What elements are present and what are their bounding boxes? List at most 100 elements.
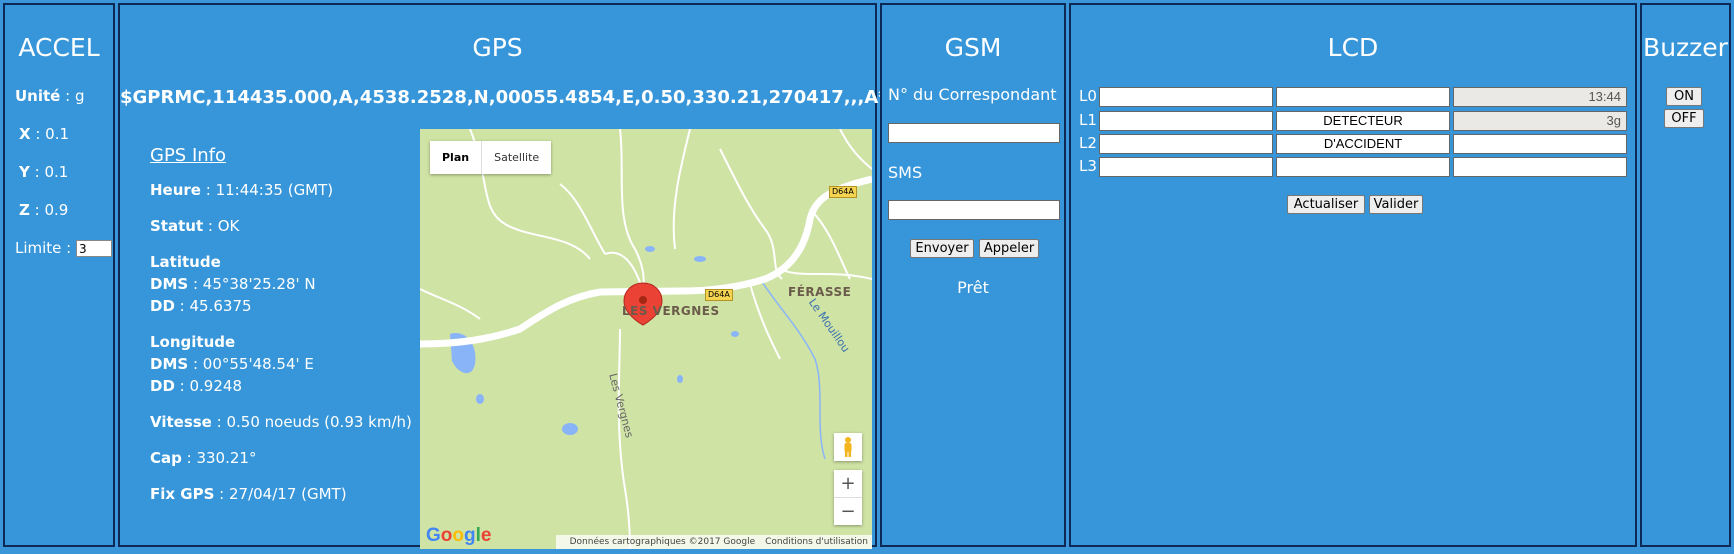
gps-lat-dms-value: : 45°38'25.28' N: [188, 275, 316, 293]
send-button[interactable]: Envoyer: [910, 239, 974, 258]
accel-z-value: : 0.9: [29, 201, 69, 219]
accel-limit-label: Limite :: [15, 239, 77, 257]
gps-lat-dd-value: : 45.6375: [174, 297, 252, 315]
road-label-d64a-east: D64A: [829, 186, 857, 198]
gps-time: Heure : 11:44:35 (GMT): [150, 179, 412, 201]
lcd-cell[interactable]: DETECTEUR: [1276, 111, 1450, 131]
map-canvas: [420, 129, 872, 549]
accel-title: ACCEL: [18, 33, 100, 62]
gps-time-value: : 11:44:35 (GMT): [200, 181, 334, 199]
lcd-title: LCD: [1327, 33, 1379, 62]
buzzer-title: Buzzer: [1643, 33, 1728, 62]
road-label-d64a-center: D64A: [705, 289, 733, 301]
lcd-cell[interactable]: [1453, 134, 1627, 154]
pegman-glyph: [844, 437, 852, 457]
lcd-cell[interactable]: [1276, 87, 1450, 107]
gps-panel: GPS $GPRMC,114435.000,A,4538.2528,N,0005…: [118, 3, 913, 549]
sms-input[interactable]: [888, 200, 1060, 220]
map-data-credit: Données cartographiques ©2017 Google: [569, 537, 756, 547]
lcd-panel: LCD L0 13:44 L1 DETECTEUR 3g L2 D'ACCIDE…: [1069, 3, 1637, 547]
gps-lon-dms-label: DMS: [150, 355, 189, 373]
lcd-cell[interactable]: [1099, 111, 1273, 131]
accel-x-value: : 0.1: [30, 125, 70, 143]
gps-heading-value: : 330.21°: [181, 449, 257, 467]
accel-panel: ACCEL Unité : g X : 0.1 Y : 0.1 Z : 0.9 …: [3, 3, 115, 547]
lcd-cell[interactable]: [1453, 157, 1627, 177]
accel-y-label: Y: [19, 163, 30, 181]
zoom-out-button[interactable]: −: [834, 498, 862, 525]
gps-lat-dms-label: DMS: [150, 275, 189, 293]
map-label-vergnes: LES VERGNES: [622, 304, 720, 318]
buzzer-on-button[interactable]: ON: [1666, 87, 1702, 106]
accel-y-value: : 0.1: [29, 163, 69, 181]
water-bodies: [450, 246, 739, 435]
gps-fix-label: Fix GPS: [150, 485, 215, 503]
limit-input[interactable]: [76, 240, 113, 257]
gps-status: Statut : OK: [150, 215, 412, 237]
lcd-cell[interactable]: [1099, 134, 1273, 154]
accel-unit-label: Unité: [15, 87, 61, 105]
lcd-cell: 13:44: [1453, 87, 1627, 107]
buzzer-panel: Buzzer ON OFF: [1640, 3, 1731, 547]
gps-heading: Cap : 330.21°: [150, 447, 412, 469]
map-type-plan[interactable]: Plan: [430, 141, 483, 174]
gps-speed-value: : 0.50 noeuds (0.93 km/h): [211, 413, 412, 431]
number-label: N° du Correspondant: [888, 85, 1057, 104]
gsm-status: Prêt: [957, 278, 989, 297]
map-attribution: Données cartographiques ©2017 Google Cond…: [555, 535, 872, 549]
accel-unit: Unité : g: [15, 87, 84, 105]
gps-time-label: Heure: [150, 181, 201, 199]
map-view[interactable]: LES VERGNES FÉRASSE D64A D64A Le Mouillo…: [420, 129, 872, 549]
zoom-control: + −: [834, 470, 862, 525]
validate-button[interactable]: Valider: [1369, 195, 1423, 214]
gps-lat-dd-label: DD: [150, 297, 175, 315]
lcd-cell[interactable]: [1276, 157, 1450, 177]
gsm-title: GSM: [944, 33, 1002, 62]
accel-limit: Limite :: [15, 239, 113, 257]
gps-latitude: Latitude DMS : 45°38'25.28' N DD : 45.63…: [150, 251, 412, 317]
lcd-cell[interactable]: [1099, 157, 1273, 177]
lcd-row-label: L2: [1079, 134, 1097, 152]
lcd-cell[interactable]: [1099, 87, 1273, 107]
accel-z-label: Z: [19, 201, 30, 219]
gps-longitude: Longitude DMS : 00°55'48.54' E DD : 0.92…: [150, 331, 412, 397]
gps-lon-dd-value: : 0.9248: [174, 377, 242, 395]
map-type-control: Plan Satellite: [430, 141, 552, 174]
gps-title: GPS: [472, 33, 523, 62]
lcd-row-label: L0: [1079, 87, 1097, 105]
gps-speed: Vitesse : 0.50 noeuds (0.93 km/h): [150, 411, 412, 433]
lcd-row-label: L1: [1079, 111, 1097, 129]
gps-speed-label: Vitesse: [150, 413, 212, 431]
pegman-icon[interactable]: [834, 433, 862, 461]
gps-fix-value: : 27/04/17 (GMT): [214, 485, 347, 503]
gps-info: GPS Info Heure : 11:44:35 (GMT) Statut :…: [150, 145, 412, 519]
accel-y: Y : 0.1: [19, 163, 68, 181]
google-logo: Google: [426, 525, 492, 546]
gsm-panel: GSM N° du Correspondant SMS Envoyer Appe…: [880, 3, 1066, 547]
refresh-button[interactable]: Actualiser: [1287, 195, 1365, 214]
gps-info-title: GPS Info: [150, 145, 227, 166]
lcd-cell[interactable]: D'ACCIDENT: [1276, 134, 1450, 154]
accel-unit-value: : g: [60, 87, 85, 105]
sms-label: SMS: [888, 163, 923, 182]
call-button[interactable]: Appeler: [979, 239, 1039, 258]
gps-status-label: Statut: [150, 217, 204, 235]
gps-fix: Fix GPS : 27/04/17 (GMT): [150, 483, 412, 505]
accel-x-label: X: [19, 125, 31, 143]
lcd-row-label: L3: [1079, 157, 1097, 175]
buzzer-off-button[interactable]: OFF: [1664, 109, 1704, 128]
gps-lon-dd-label: DD: [150, 377, 175, 395]
map-terms-link[interactable]: Conditions d'utilisation: [765, 537, 868, 547]
map-type-satellite[interactable]: Satellite: [482, 141, 551, 174]
accel-z: Z : 0.9: [19, 201, 68, 219]
map-label-ferasse: FÉRASSE: [788, 285, 852, 299]
zoom-in-button[interactable]: +: [834, 470, 862, 498]
number-input[interactable]: [888, 123, 1060, 143]
accel-x: X : 0.1: [19, 125, 69, 143]
gps-lon-label: Longitude: [150, 333, 236, 351]
gps-status-value: : OK: [203, 217, 240, 235]
gps-lat-label: Latitude: [150, 253, 221, 271]
gps-heading-label: Cap: [150, 449, 182, 467]
gps-lon-dms-value: : 00°55'48.54' E: [188, 355, 314, 373]
nmea-sentence: $GPRMC,114435.000,A,4538.2528,N,00055.48…: [120, 87, 913, 108]
